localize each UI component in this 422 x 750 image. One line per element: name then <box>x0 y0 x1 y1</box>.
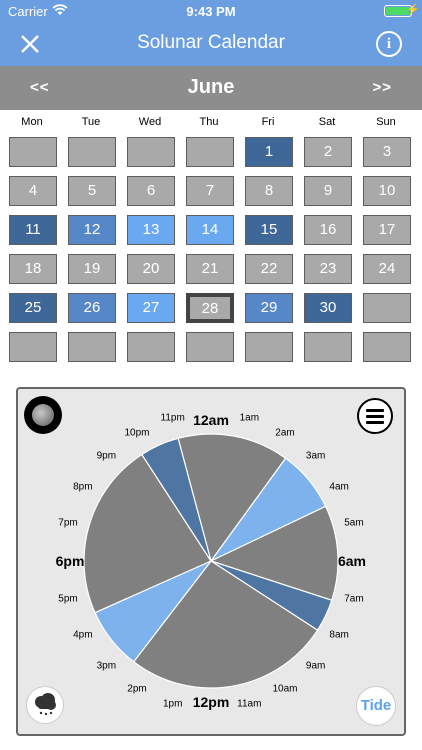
hour-label: 10pm <box>124 427 150 439</box>
hour-label: 7am <box>344 593 364 605</box>
hour-label: 8am <box>329 629 349 641</box>
hour-label: 4pm <box>73 629 93 641</box>
menu-button[interactable] <box>357 398 393 434</box>
solunar-clock-chart <box>83 433 339 689</box>
menu-icon <box>366 409 384 412</box>
hour-label: 11am <box>237 698 262 710</box>
hour-label: 9pm <box>96 450 117 462</box>
weather-icon <box>35 693 56 716</box>
hour-label: 9am <box>305 660 326 672</box>
hour-label: 11pm <box>160 412 185 424</box>
hour-label: 2pm <box>127 683 147 695</box>
hour-label: 12pm <box>192 694 230 710</box>
weather-button[interactable] <box>26 686 64 724</box>
hour-label: 8pm <box>73 481 93 493</box>
moon-icon <box>32 404 54 426</box>
hour-label: 10am <box>272 683 298 695</box>
hour-label: 12am <box>193 412 229 428</box>
hour-label: 2am <box>275 427 295 439</box>
moon-phase-button[interactable] <box>24 396 62 434</box>
hour-label: 3am <box>305 450 326 462</box>
hour-label: 3pm <box>96 660 117 672</box>
hour-label: 6am <box>337 553 367 569</box>
hour-label: 7pm <box>58 517 78 529</box>
hour-label: 1am <box>239 412 260 424</box>
hour-label: 5am <box>344 517 364 529</box>
hour-label: 6pm <box>55 553 85 569</box>
tide-button[interactable]: Tide <box>356 686 396 726</box>
hour-label: 1pm <box>162 698 183 710</box>
hour-label: 5pm <box>58 593 78 605</box>
hour-label: 4am <box>329 481 349 493</box>
